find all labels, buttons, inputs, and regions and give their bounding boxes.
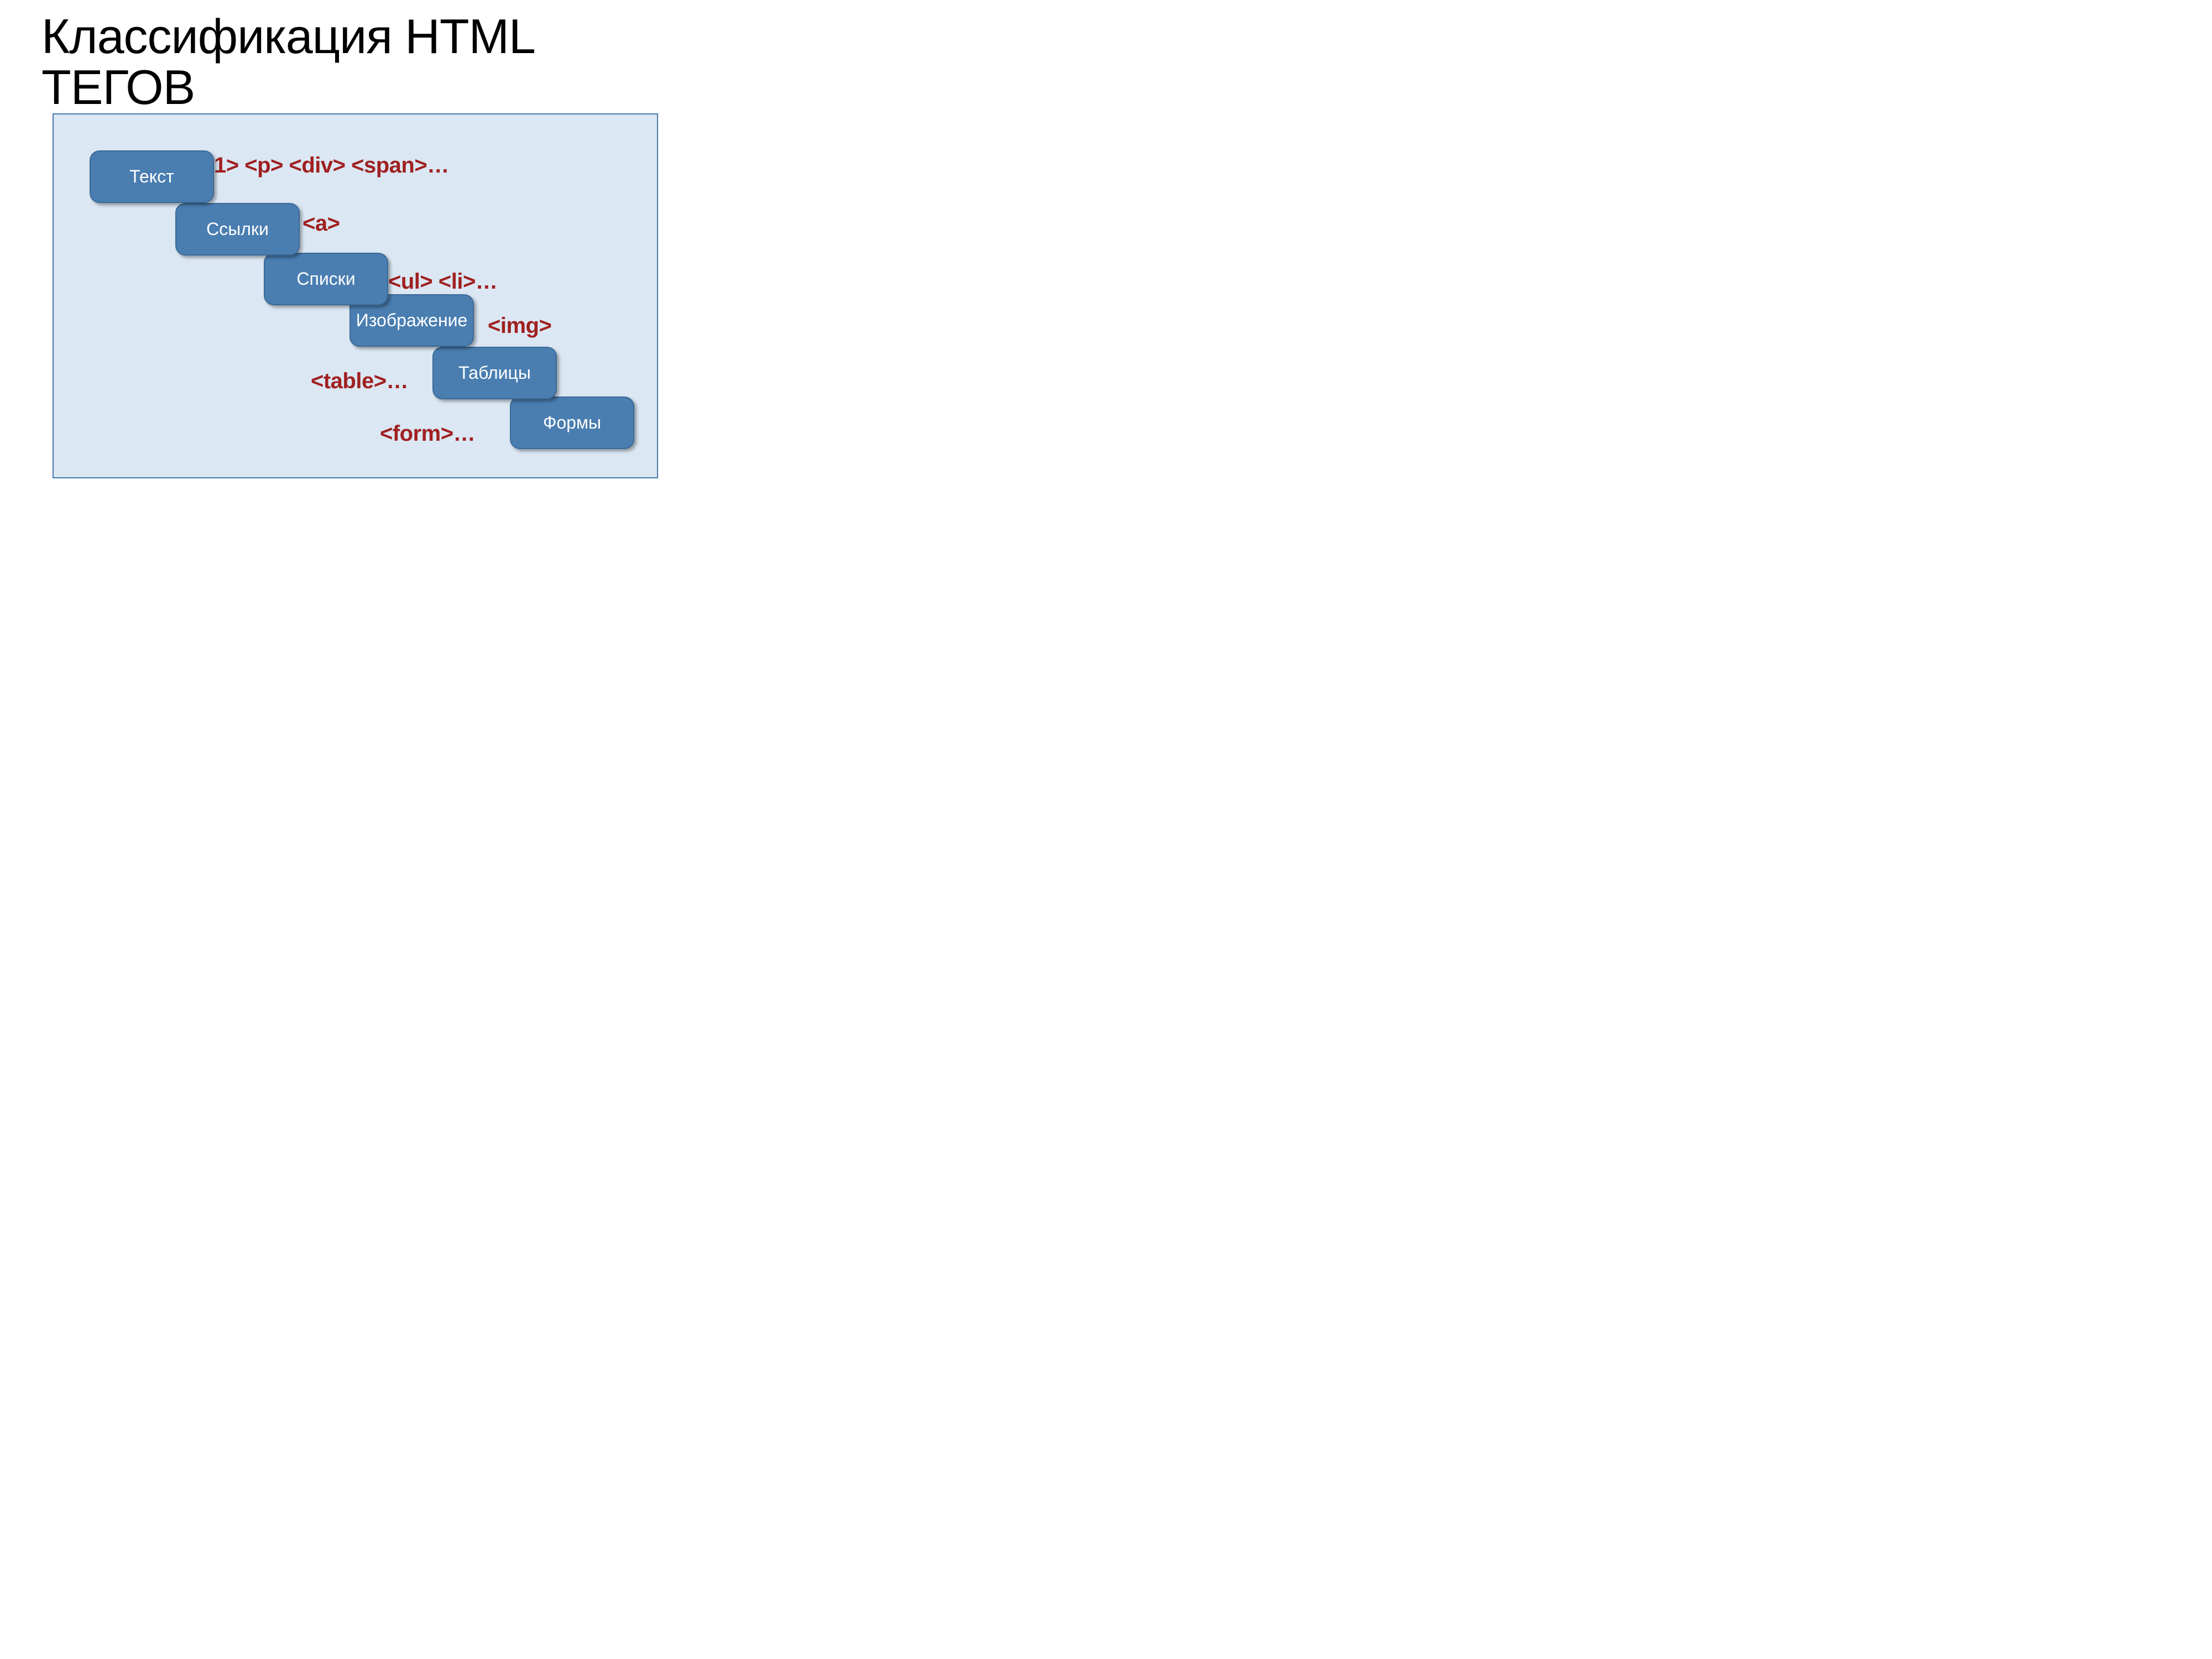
- tag-images: <img>: [488, 314, 551, 338]
- diagram-panel: 1> <p> <div> <span>… <a> <ul> <li>… <img…: [53, 113, 658, 478]
- tag-lists: <ul> <li>…: [388, 269, 497, 294]
- box-links: Ссылки: [175, 203, 300, 255]
- tag-tables: <table>…: [311, 369, 408, 394]
- slide: Классификация HTML ТЕГОВ 1> <p> <div> <s…: [0, 0, 708, 531]
- tag-forms: <form>…: [380, 421, 475, 446]
- box-text: Текст: [90, 150, 214, 203]
- box-lists: Списки: [264, 253, 388, 305]
- box-forms: Формы: [510, 397, 634, 449]
- box-tables: Таблицы: [432, 347, 557, 399]
- tag-text: 1> <p> <div> <span>…: [214, 153, 449, 178]
- slide-title: Классификация HTML ТЕГОВ: [41, 11, 661, 113]
- tag-links: <a>: [302, 211, 340, 236]
